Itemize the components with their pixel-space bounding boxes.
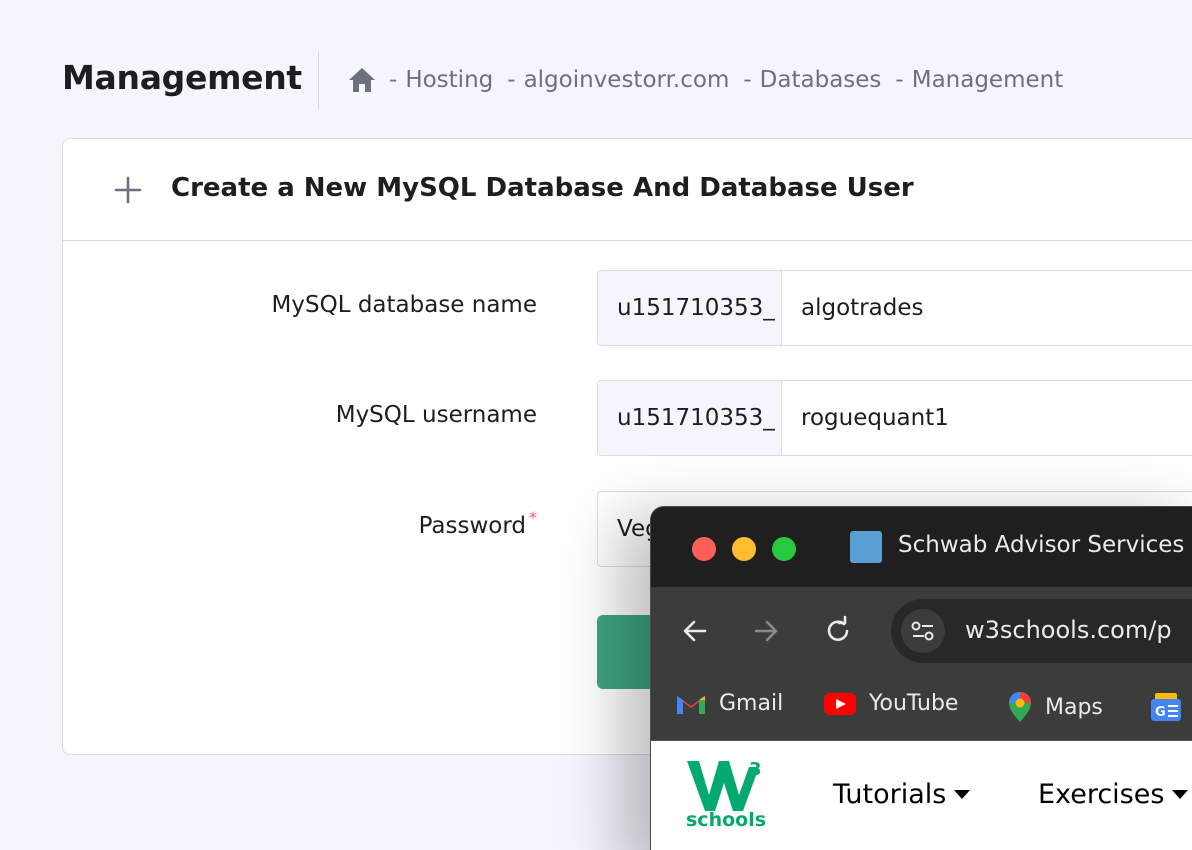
plus-icon[interactable] bbox=[113, 175, 143, 205]
bookmark-youtube-label: YouTube bbox=[869, 691, 959, 716]
breadcrumb-item-databases[interactable]: Databases bbox=[760, 67, 882, 93]
password-label: Password * bbox=[418, 508, 537, 539]
minimize-window-button[interactable] bbox=[732, 537, 756, 561]
w3-exercises-label: Exercises bbox=[1038, 779, 1165, 810]
browser-tab-title[interactable]: Schwab Advisor Services i bbox=[898, 532, 1192, 558]
password-label-text: Password bbox=[418, 513, 526, 539]
username-input[interactable]: roguequant1 bbox=[782, 381, 949, 455]
bookmark-youtube[interactable]: YouTube bbox=[823, 691, 958, 716]
google-news-icon: G bbox=[1151, 693, 1181, 721]
card-title: Create a New MySQL Database And Database… bbox=[171, 173, 914, 203]
browser-window: Schwab Advisor Services i w3schools.com/… bbox=[650, 506, 1192, 850]
maps-icon bbox=[1009, 692, 1031, 722]
w3-tutorials-menu[interactable]: Tutorials bbox=[833, 779, 971, 810]
form-row-username: MySQL username u151710353_ roguequant1 bbox=[63, 380, 1192, 456]
breadcrumb-item-hosting[interactable]: Hosting bbox=[405, 67, 493, 93]
breadcrumb-separator: - bbox=[389, 67, 398, 93]
username-input-group: u151710353_ roguequant1 bbox=[597, 380, 1192, 456]
bookmarks-bar: Gmail YouTube Maps G bbox=[651, 677, 1192, 741]
bookmark-gmail[interactable]: Gmail bbox=[675, 691, 783, 716]
bookmark-gmail-label: Gmail bbox=[719, 691, 784, 716]
youtube-icon bbox=[824, 692, 856, 715]
database-name-input[interactable]: algotrades bbox=[782, 271, 923, 345]
w3schools-page: 3 schools Tutorials Exercises bbox=[651, 741, 1192, 850]
breadcrumb-item-domain[interactable]: algoinvestorr.com bbox=[524, 67, 730, 93]
maximize-window-button[interactable] bbox=[772, 537, 796, 561]
form-row-database-name: MySQL database name u151710353_ algotrad… bbox=[63, 270, 1192, 346]
address-bar[interactable]: w3schools.com/p bbox=[891, 599, 1192, 663]
gmail-icon bbox=[677, 695, 705, 714]
back-arrow-icon[interactable] bbox=[679, 615, 711, 647]
username-label: MySQL username bbox=[335, 402, 537, 428]
database-name-input-group: u151710353_ algotrades bbox=[597, 270, 1192, 346]
url-text: w3schools.com/p bbox=[965, 616, 1172, 644]
bookmark-google-news[interactable]: G bbox=[1149, 691, 1192, 723]
close-window-button[interactable] bbox=[692, 537, 716, 561]
svg-text:G: G bbox=[1155, 705, 1166, 720]
caret-down-icon bbox=[954, 790, 971, 799]
breadcrumb-separator: - bbox=[507, 67, 516, 93]
home-icon[interactable] bbox=[347, 66, 377, 94]
browser-titlebar[interactable]: Schwab Advisor Services i bbox=[651, 507, 1192, 587]
reload-icon[interactable] bbox=[822, 615, 854, 647]
card-header[interactable]: Create a New MySQL Database And Database… bbox=[63, 139, 1192, 241]
username-prefix: u151710353_ bbox=[598, 381, 782, 455]
browser-toolbar: w3schools.com/p bbox=[651, 587, 1192, 677]
schwab-favicon-icon bbox=[850, 531, 882, 563]
page-title: Management bbox=[62, 58, 302, 97]
site-settings-icon[interactable] bbox=[901, 609, 945, 653]
breadcrumb-separator: - bbox=[743, 67, 752, 93]
bookmark-maps-label: Maps bbox=[1045, 694, 1103, 720]
header-divider bbox=[318, 52, 319, 109]
w3-exercises-menu[interactable]: Exercises bbox=[1038, 779, 1189, 810]
forward-arrow-icon[interactable] bbox=[750, 615, 782, 647]
required-marker: * bbox=[529, 508, 537, 527]
breadcrumb-item-management: Management bbox=[911, 67, 1064, 93]
w3-tutorials-label: Tutorials bbox=[833, 779, 947, 810]
w3schools-wordmark: schools bbox=[686, 809, 767, 831]
w3-superscript: 3 bbox=[749, 759, 762, 780]
bookmark-maps[interactable]: Maps bbox=[1007, 691, 1103, 723]
database-name-prefix: u151710353_ bbox=[598, 271, 782, 345]
breadcrumb-separator: - bbox=[895, 67, 904, 93]
database-name-label: MySQL database name bbox=[271, 292, 537, 318]
breadcrumb: - Hosting - algoinvestorr.com - Database… bbox=[347, 66, 1077, 94]
caret-down-icon bbox=[1172, 790, 1189, 799]
